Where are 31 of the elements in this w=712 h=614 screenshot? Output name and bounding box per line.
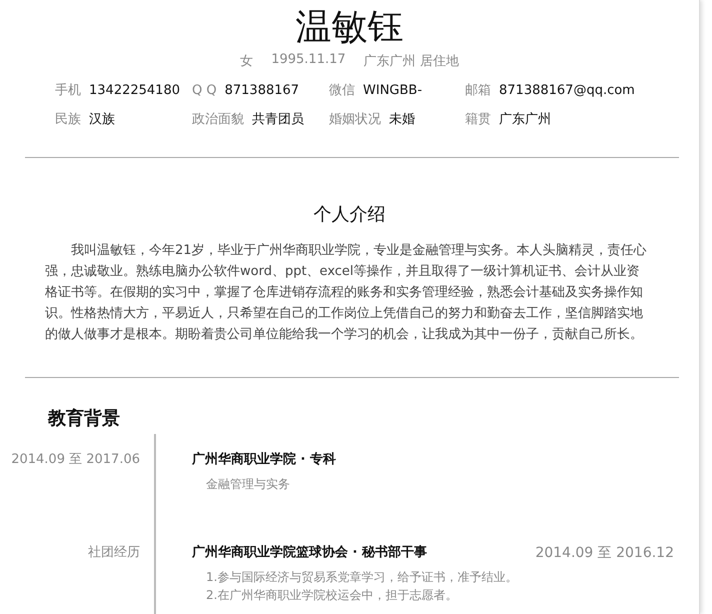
info-label: 微信 bbox=[329, 82, 355, 100]
entry-detail: 金融管理与实务 bbox=[206, 476, 291, 493]
section-title: 教育背景 bbox=[48, 407, 121, 430]
info-value: 13422254180 bbox=[89, 82, 180, 100]
info-value: 广东广州 bbox=[499, 111, 551, 129]
info-value: 871388167 bbox=[224, 82, 300, 100]
personal-detail: 女 bbox=[240, 53, 254, 70]
info-value: 汉族 bbox=[89, 111, 115, 129]
info-label: 民族 bbox=[55, 111, 81, 129]
info-label: 手机 bbox=[55, 82, 81, 100]
entry-date: 2014.09 至 2016.12 bbox=[535, 544, 674, 562]
info-label: 政治面貌 bbox=[192, 111, 244, 129]
info-label: 邮箱 bbox=[465, 82, 491, 100]
info-value: 871388167@qq.com bbox=[499, 82, 635, 100]
entry-period: 社团经历 bbox=[88, 545, 140, 560]
entry-title: 广州华商职业学院 · 专科 bbox=[192, 451, 336, 469]
intro-paragraph: 我叫温敏钰，今年21岁，毕业于广州华商职业学院，专业是金融管理与实务。本人头脑精灵，责任心强，忠诚敬业。熟练电脑办公软件word、ppt、excel等操作，并且取得了一级计算机证书、会计从业资格证书等。在假期的实习中，掌握了仓库进销存流程的账务和实务管理经验，熟悉会计基础及实务操作知识。性格热情大方，平易近人，只希望在自己的工作岗位上凭借自己的努力和勤奋去工作，坚信脚踏实地的做人做事才是根本。期盼着贵公司单位能给我一个学习的机会，让我成为其中一份子，贡献自己所长。 bbox=[45, 242, 648, 344]
info-label: 婚姻状况 bbox=[329, 111, 381, 129]
entry-title: 广州华商职业学院篮球协会 · 秘书部干事 bbox=[192, 544, 427, 562]
info-label: 籍贯 bbox=[465, 111, 491, 129]
section-title: 个人介绍 bbox=[312, 203, 386, 226]
info-value: 共青团员 bbox=[252, 111, 304, 129]
info-label: Q Q bbox=[192, 82, 217, 100]
personal-detail: 1995.11.17 bbox=[271, 52, 346, 69]
entry-period: 2014.09 至 2017.06 bbox=[11, 452, 140, 467]
entry-detail: 1.参与国际经济与贸易系党章学习，给予证书，准予结业。 bbox=[206, 569, 518, 586]
entry-detail: 2.在广州华商职业学院校运会中，担于志愿者。 bbox=[206, 587, 458, 604]
info-value: WINGBB- bbox=[363, 82, 422, 100]
info-value: 未婚 bbox=[389, 111, 415, 129]
personal-detail: 广东广州 居住地 bbox=[364, 53, 459, 70]
resume-name: 温敏钰 bbox=[294, 6, 404, 50]
